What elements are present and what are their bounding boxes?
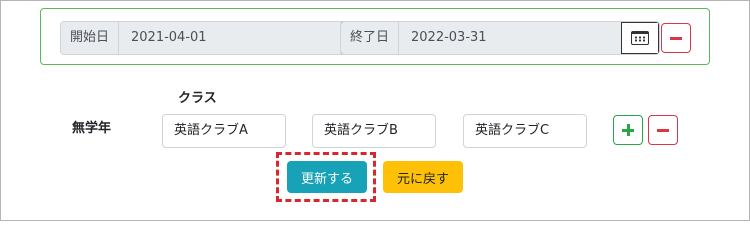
- add-class-button[interactable]: [613, 115, 643, 145]
- end-date-field[interactable]: 2022-03-31: [399, 22, 621, 54]
- remove-class-button[interactable]: [648, 115, 678, 145]
- end-date-calendar-button[interactable]: [621, 22, 659, 54]
- club-field-b[interactable]: 英語クラブB: [312, 114, 436, 148]
- club-field-a[interactable]: 英語クラブA: [162, 114, 286, 148]
- club-field-c[interactable]: 英語クラブC: [463, 114, 587, 148]
- update-button[interactable]: 更新する: [287, 161, 367, 193]
- minus-icon: [670, 36, 682, 40]
- end-date-group: 終了日 2022-03-31: [340, 21, 660, 55]
- grade-label: 無学年: [72, 121, 112, 136]
- start-date-group: 開始日 2021-04-01: [60, 21, 380, 55]
- date-range-row: 開始日 2021-04-01 終了日 2022-03-31: [40, 8, 710, 65]
- remove-period-button[interactable]: [661, 23, 691, 53]
- minus-icon: [657, 128, 669, 132]
- calendar-icon: [631, 31, 649, 45]
- revert-button[interactable]: 元に戻す: [383, 161, 463, 193]
- end-date-label: 終了日: [341, 22, 400, 54]
- class-heading: クラス: [178, 91, 217, 106]
- start-date-label: 開始日: [61, 22, 120, 54]
- start-date-field[interactable]: 2021-04-01: [119, 22, 341, 54]
